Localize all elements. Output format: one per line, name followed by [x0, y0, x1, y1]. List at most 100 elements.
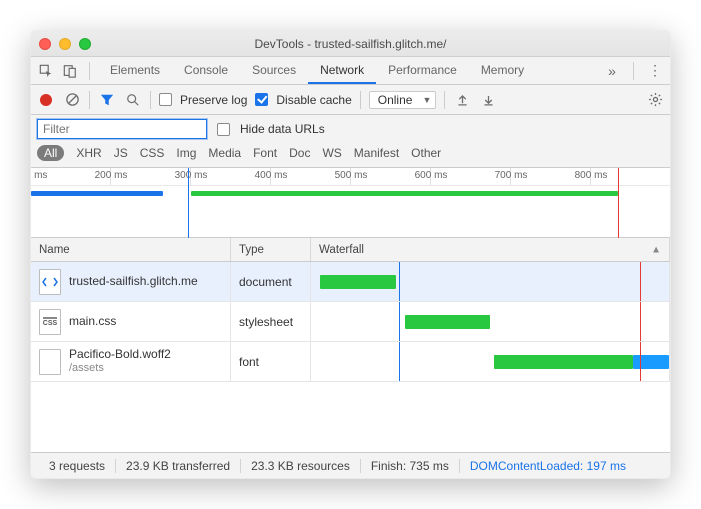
- filter-input[interactable]: [37, 119, 207, 139]
- throttling-select[interactable]: Online ▼: [369, 91, 437, 109]
- timeline-bar: [31, 191, 163, 196]
- cell-type: font: [231, 342, 311, 381]
- waterfall-bar: [633, 355, 669, 369]
- type-chip-media[interactable]: Media: [208, 146, 241, 160]
- separator: [89, 91, 90, 109]
- load-marker: [618, 168, 619, 238]
- type-chip-doc[interactable]: Doc: [289, 146, 310, 160]
- type-chip-js[interactable]: JS: [114, 146, 128, 160]
- minimize-icon[interactable]: [59, 38, 71, 50]
- tick-label: 700 ms: [495, 170, 528, 181]
- load-marker: [640, 342, 641, 381]
- col-type[interactable]: Type: [231, 238, 311, 261]
- dcl-marker: [188, 168, 189, 238]
- record-icon[interactable]: [37, 91, 55, 109]
- cell-name: trusted-sailfish.glitch.me: [31, 262, 231, 301]
- devtools-window: DevTools - trusted-sailfish.glitch.me/ E…: [30, 30, 671, 479]
- request-name: trusted-sailfish.glitch.me: [69, 275, 198, 289]
- disable-cache-checkbox[interactable]: [255, 93, 268, 106]
- table-row[interactable]: CSSmain.cssstylesheet: [31, 302, 670, 342]
- status-finish: Finish: 735 ms: [361, 459, 460, 473]
- load-marker: [640, 302, 641, 341]
- type-chip-font[interactable]: Font: [253, 146, 277, 160]
- chevron-down-icon: ▼: [422, 95, 431, 105]
- request-name: main.css: [69, 315, 116, 329]
- upload-har-icon[interactable]: [453, 91, 471, 109]
- preserve-log-label: Preserve log: [180, 93, 247, 107]
- type-chip-ws[interactable]: WS: [322, 146, 341, 160]
- type-chip-all[interactable]: All: [37, 145, 64, 161]
- tab-network[interactable]: Network: [308, 57, 376, 84]
- waterfall-bar: [320, 275, 396, 289]
- traffic-lights: [39, 38, 91, 50]
- tick-label: 300 ms: [175, 170, 208, 181]
- cell-waterfall: [311, 342, 670, 381]
- cell-waterfall: [311, 302, 670, 341]
- dcl-marker: [399, 302, 400, 341]
- tab-performance[interactable]: Performance: [376, 57, 469, 84]
- table-row[interactable]: Pacifico-Bold.woff2/assetsfont: [31, 342, 670, 382]
- cell-type: document: [231, 262, 311, 301]
- disable-cache-label: Disable cache: [276, 93, 351, 107]
- kebab-icon[interactable]: ⋮: [644, 60, 666, 82]
- tab-memory[interactable]: Memory: [469, 57, 536, 84]
- cell-waterfall: [311, 262, 670, 301]
- clear-icon[interactable]: [63, 91, 81, 109]
- dcl-marker: [399, 342, 400, 381]
- type-chip-xhr[interactable]: XHR: [76, 146, 101, 160]
- type-chip-css[interactable]: CSS: [140, 146, 165, 160]
- table-row[interactable]: trusted-sailfish.glitch.me document: [31, 262, 670, 302]
- separator: [150, 91, 151, 109]
- load-marker: [640, 262, 641, 301]
- cell-name: Pacifico-Bold.woff2/assets: [31, 342, 231, 381]
- tick-label: 500 ms: [335, 170, 368, 181]
- timeline-overview[interactable]: 100 ms200 ms300 ms400 ms500 ms600 ms700 …: [31, 168, 670, 238]
- tick-label: 200 ms: [95, 170, 128, 181]
- overflow-icon[interactable]: »: [601, 60, 623, 82]
- separator: [633, 62, 634, 80]
- tick-label: 800 ms: [575, 170, 608, 181]
- type-chip-other[interactable]: Other: [411, 146, 441, 160]
- timeline-tick: 800 ms: [590, 168, 670, 185]
- preserve-log-checkbox[interactable]: [159, 93, 172, 106]
- col-name[interactable]: Name: [31, 238, 231, 261]
- request-path: /assets: [69, 362, 171, 375]
- download-har-icon[interactable]: [479, 91, 497, 109]
- zoom-icon[interactable]: [79, 38, 91, 50]
- table-header: Name Type Waterfall ▲: [31, 238, 670, 262]
- status-dcl: DOMContentLoaded: 197 ms: [460, 459, 636, 473]
- type-chip-manifest[interactable]: Manifest: [354, 146, 399, 160]
- window-title: DevTools - trusted-sailfish.glitch.me/: [39, 37, 662, 51]
- tick-label: 600 ms: [415, 170, 448, 181]
- waterfall-bar: [494, 355, 633, 369]
- close-icon[interactable]: [39, 38, 51, 50]
- separator: [89, 62, 90, 80]
- timeline-bar: [191, 191, 618, 196]
- panel-tabbar: ElementsConsoleSourcesNetworkPerformance…: [31, 57, 670, 85]
- cell-name: CSSmain.css: [31, 302, 231, 341]
- inspect-icon[interactable]: [35, 60, 57, 82]
- search-icon[interactable]: [124, 91, 142, 109]
- device-toggle-icon[interactable]: [59, 60, 81, 82]
- sort-asc-icon: ▲: [651, 244, 661, 255]
- col-waterfall[interactable]: Waterfall ▲: [311, 238, 670, 261]
- requests-table: Name Type Waterfall ▲ trusted-sailfish.g…: [31, 238, 670, 452]
- cell-type: stylesheet: [231, 302, 311, 341]
- resource-type-filter: All XHR JS CSS Img Media Font Doc WS Manifest Othe…: [37, 145, 664, 167]
- hide-data-urls-label: Hide data URLs: [240, 122, 325, 136]
- filter-bar: Hide data URLs All XHR JS CSS Img Media Font Do…: [31, 115, 670, 168]
- type-chip-img[interactable]: Img: [176, 146, 196, 160]
- titlebar: DevTools - trusted-sailfish.glitch.me/: [31, 31, 670, 57]
- dcl-marker: [399, 262, 400, 301]
- tab-console[interactable]: Console: [172, 57, 240, 84]
- filter-toggle-icon[interactable]: [98, 91, 116, 109]
- separator: [360, 91, 361, 109]
- hide-data-urls-checkbox[interactable]: [217, 123, 230, 136]
- gear-icon[interactable]: [646, 91, 664, 109]
- tab-elements[interactable]: Elements: [98, 57, 172, 84]
- tick-label: 400 ms: [255, 170, 288, 181]
- status-transferred: 23.9 KB transferred: [116, 459, 241, 473]
- status-resources: 23.3 KB resources: [241, 459, 361, 473]
- network-toolbar: Preserve log Disable cache Online ▼: [31, 85, 670, 115]
- tab-sources[interactable]: Sources: [240, 57, 308, 84]
